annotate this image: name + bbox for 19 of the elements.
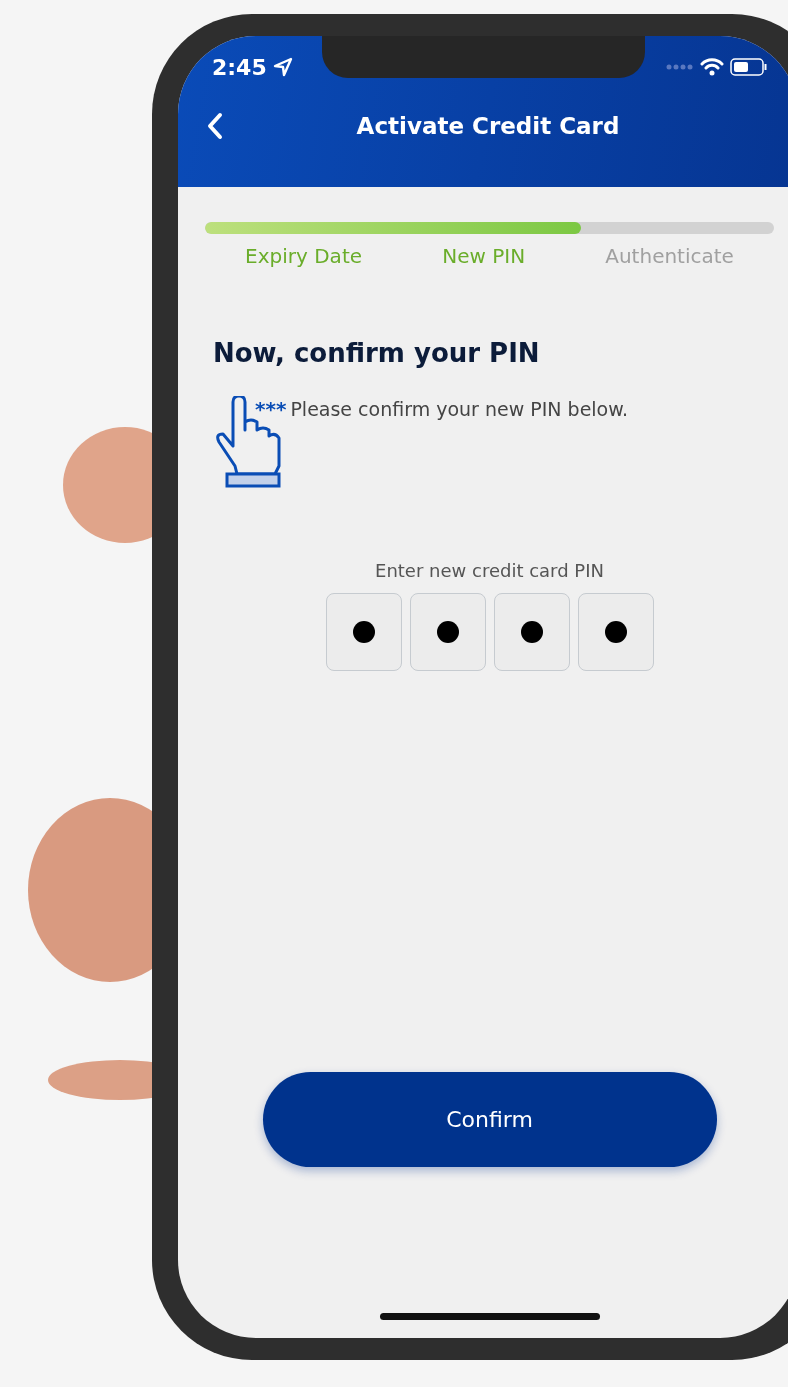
pin-digit-field[interactable] [493,593,570,671]
step-label: Expiry Date [245,244,363,268]
asterisks-text: *** [255,396,287,422]
screen-title: Activate Credit Card [356,113,620,139]
pin-digit-field[interactable] [577,593,654,671]
pin-digit-field[interactable] [325,593,402,671]
status-time: 2:45 [212,54,267,80]
pin-digit-field[interactable] [409,593,486,671]
page-heading: Now, confirm your PIN [213,338,541,368]
battery-icon [730,58,768,76]
pin-label: Enter new credit card PIN [374,560,605,581]
location-arrow-icon [272,57,293,77]
instruction-text: Please confirm your new PIN below. [290,397,629,422]
step-label: New PIN [442,244,526,268]
step-label: Authenticate [605,244,734,268]
signal-icon [666,64,694,70]
confirm-button[interactable]: Confirm [262,1072,717,1167]
wifi-icon [700,58,724,76]
back-chevron-icon[interactable] [206,112,224,140]
